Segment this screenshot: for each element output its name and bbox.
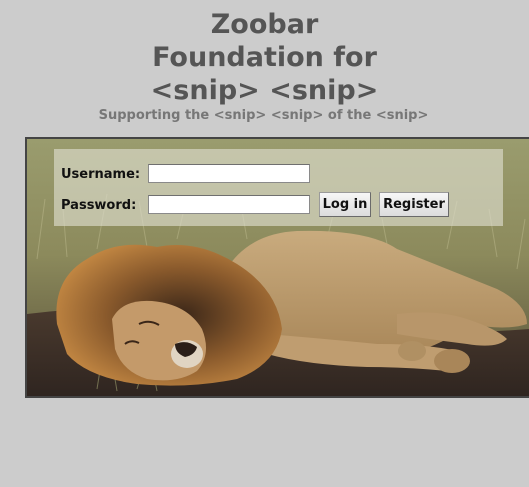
site-title-line-2: Foundation for — [152, 42, 377, 73]
site-title-line-3: <snip> <snip> — [150, 75, 379, 106]
password-input[interactable] — [148, 195, 310, 214]
site-tagline: Supporting the <snip> <snip> of the <sni… — [98, 108, 429, 123]
username-input[interactable] — [148, 164, 310, 183]
login-panel: Username: Password: Log in Register — [25, 137, 529, 398]
register-button[interactable]: Register — [379, 192, 449, 217]
login-button[interactable]: Log in — [319, 192, 371, 217]
password-label: Password: — [61, 198, 137, 213]
site-title-line-1: Zoobar — [210, 9, 319, 40]
username-label: Username: — [61, 167, 141, 182]
login-form: Username: Password: Log in Register — [54, 149, 503, 226]
